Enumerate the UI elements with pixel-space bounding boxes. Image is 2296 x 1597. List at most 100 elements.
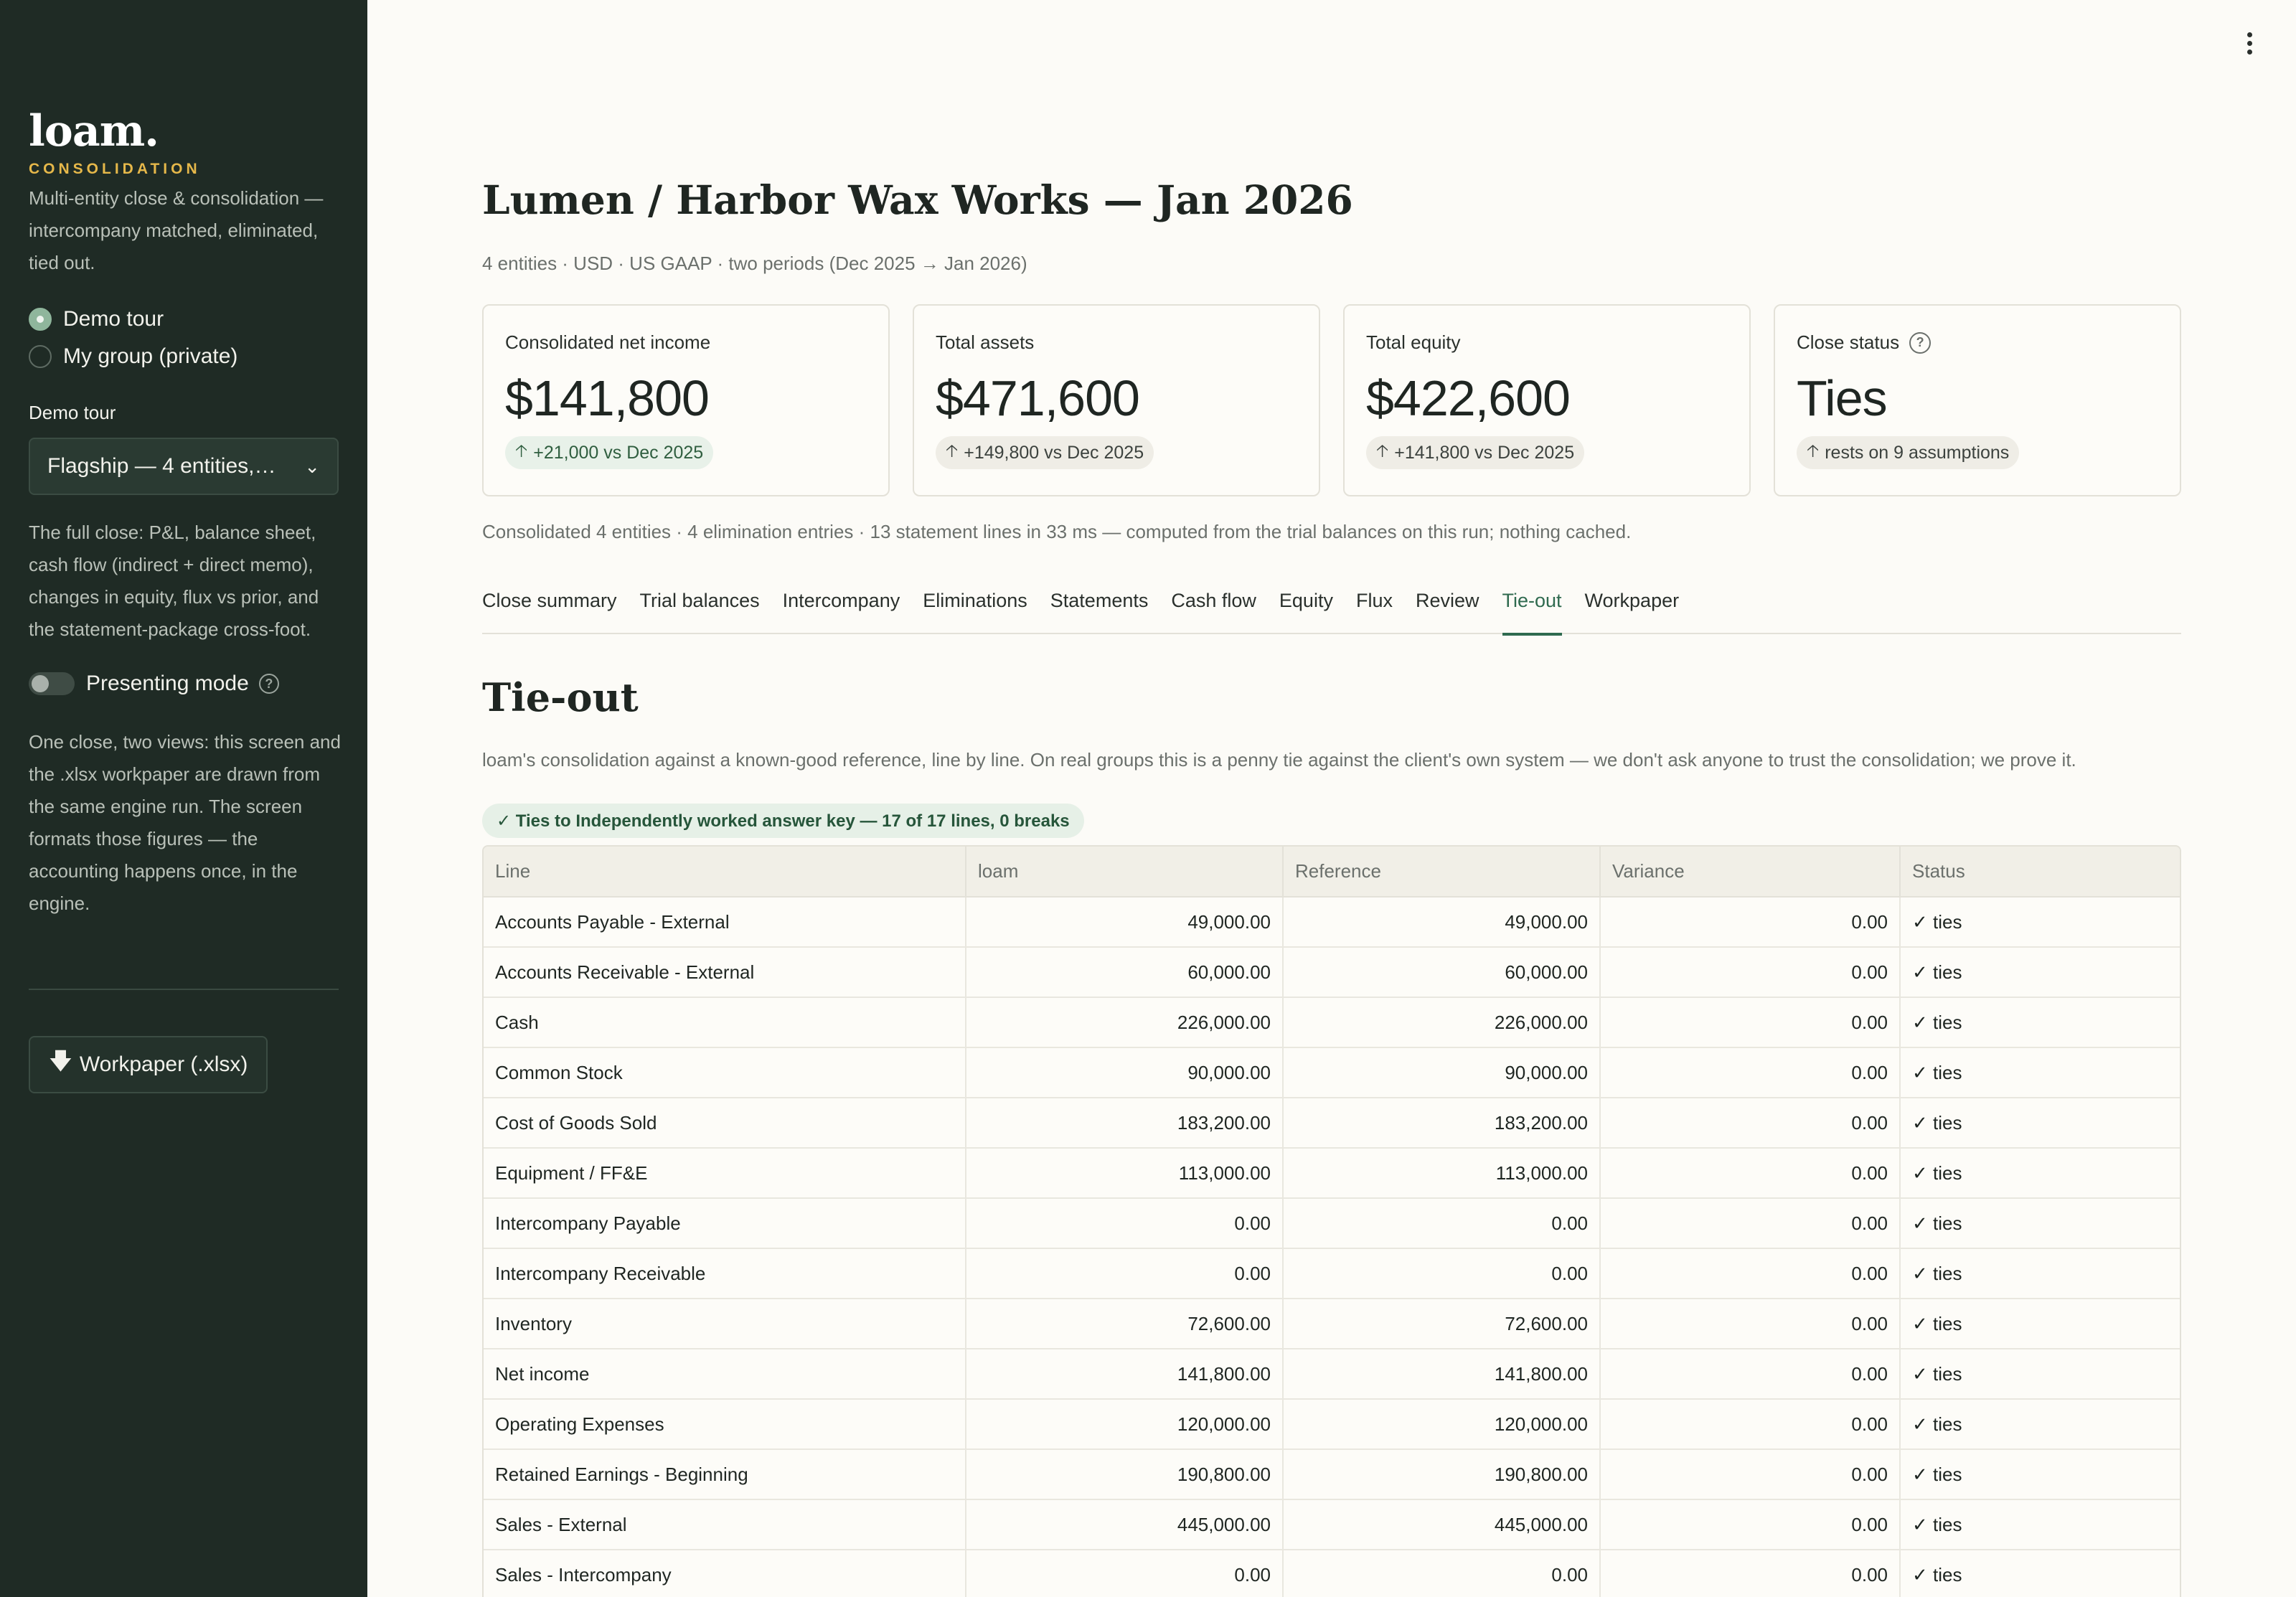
table-row: Net income 141,800.00 141,800.00 0.00 ✓ ties: [484, 1349, 2180, 1400]
tab-statements[interactable]: Statements: [1050, 588, 1149, 634]
tab-equity[interactable]: Equity: [1279, 588, 1333, 634]
cell-status: ✓ ties: [1900, 1047, 2180, 1098]
cell-line: Sales - External: [484, 1499, 966, 1550]
cell-reference: 49,000.00: [1283, 897, 1601, 948]
table-row: Cost of Goods Sold 183,200.00 183,200.00 0.…: [484, 1098, 2180, 1149]
card-value: $471,600: [936, 370, 1140, 426]
arrow-up-icon: 🡡: [515, 441, 528, 461]
cell-variance: 0.00: [1600, 1499, 1901, 1550]
column-header-status[interactable]: Status: [1900, 847, 2180, 898]
tab-review[interactable]: Review: [1416, 588, 1479, 634]
cell-variance: 0.00: [1600, 1349, 1901, 1400]
cell-status: ✓ ties: [1900, 997, 2180, 1048]
table-row: Equipment / FF&E 113,000.00 113,000.00 0.00…: [484, 1148, 2180, 1199]
cell-reference: 0.00: [1283, 1198, 1601, 1249]
cell-reference: 0.00: [1283, 1550, 1601, 1597]
cell-variance: 0.00: [1600, 1299, 1901, 1349]
brand-subtitle: CONSOLIDATION: [29, 161, 201, 177]
radio-demo-tour[interactable]: Demo tour: [29, 307, 164, 331]
cell-loam: 190,800.00: [966, 1449, 1284, 1500]
table-header-row: Line loam Reference Variance Status: [484, 847, 2180, 898]
question-circle-icon[interactable]: ?: [1909, 331, 1932, 354]
download-workpaper-button[interactable]: 🡇 Workpaper (.xlsx): [29, 1036, 268, 1093]
cell-variance: 0.00: [1600, 1248, 1901, 1299]
cell-loam: 113,000.00: [966, 1148, 1284, 1199]
tab-cash-flow[interactable]: Cash flow: [1171, 588, 1256, 634]
demo-tour-select[interactable]: Flagship — 4 entities,… ⌄: [29, 438, 339, 495]
cell-loam: 120,000.00: [966, 1399, 1284, 1450]
run-note: Consolidated 4 entities · 4 elimination …: [482, 521, 1632, 542]
cell-status: ✓ ties: [1900, 1449, 2180, 1500]
cell-status: ✓ ties: [1900, 947, 2180, 998]
cell-status: ✓ ties: [1900, 1148, 2180, 1199]
delta-text: +21,000 vs Dec 2025: [533, 442, 704, 463]
section-title: Tie-out: [482, 674, 639, 720]
cell-reference: 72,600.00: [1283, 1299, 1601, 1349]
cell-loam: 183,200.00: [966, 1098, 1284, 1149]
download-label: Workpaper (.xlsx): [79, 1052, 248, 1076]
cell-reference: 60,000.00: [1283, 947, 1601, 998]
table-row: Sales - External 445,000.00 445,000.00 0.00…: [484, 1499, 2180, 1550]
table-row: Sales - Intercompany 0.00 0.00 0.00 ✓ ties: [484, 1550, 2180, 1597]
cell-loam: 0.00: [966, 1198, 1284, 1249]
table-row: Retained Earnings - Beginning 190,800.00 1…: [484, 1449, 2180, 1500]
radio-my-group[interactable]: My group (private): [29, 344, 237, 369]
cell-reference: 120,000.00: [1283, 1399, 1601, 1450]
arrow-up-icon: 🡡: [946, 441, 959, 461]
cell-loam: 445,000.00: [966, 1499, 1284, 1550]
cell-variance: 0.00: [1600, 1198, 1901, 1249]
cell-line: Intercompany Receivable: [484, 1248, 966, 1299]
card-label: Total equity: [1366, 331, 1461, 353]
page-title: Lumen / Harbor Wax Works — Jan 2026: [482, 176, 1353, 223]
cell-status: ✓ ties: [1900, 1349, 2180, 1400]
cell-reference: 190,800.00: [1283, 1449, 1601, 1500]
tab-bar: Close summary Trial balances Intercompan…: [482, 588, 2181, 636]
cell-loam: 0.00: [966, 1248, 1284, 1299]
cell-status: ✓ ties: [1900, 1198, 2180, 1249]
views-description: One close, two views: this screen and th…: [29, 731, 341, 914]
column-header-reference[interactable]: Reference: [1283, 847, 1601, 898]
column-header-loam[interactable]: loam: [966, 847, 1284, 898]
tab-flux[interactable]: Flux: [1356, 588, 1393, 634]
tab-workpaper[interactable]: Workpaper: [1585, 588, 1680, 634]
cell-variance: 0.00: [1600, 1098, 1901, 1149]
cell-status: ✓ ties: [1900, 1499, 2180, 1550]
card-label: Total assets: [936, 331, 1035, 353]
table-row: Intercompany Payable 0.00 0.00 0.00 ✓ ties: [484, 1198, 2180, 1249]
table-row: Common Stock 90,000.00 90,000.00 0.00 ✓ ties: [484, 1047, 2180, 1098]
delta-text: +149,800 vs Dec 2025: [964, 442, 1144, 463]
cell-line: Retained Earnings - Beginning: [484, 1449, 966, 1500]
tab-tie-out[interactable]: Tie-out: [1502, 588, 1562, 636]
cell-line: Inventory: [484, 1299, 966, 1349]
cell-variance: 0.00: [1600, 947, 1901, 998]
cell-variance: 0.00: [1600, 1449, 1901, 1500]
radio-unselected-icon: [29, 345, 52, 368]
presenting-mode-toggle[interactable]: [29, 672, 75, 695]
cell-line: Accounts Receivable - External: [484, 947, 966, 998]
tab-eliminations[interactable]: Eliminations: [923, 588, 1027, 634]
cell-variance: 0.00: [1600, 1148, 1901, 1199]
cell-status: ✓ ties: [1900, 1098, 2180, 1149]
cell-line: Intercompany Payable: [484, 1198, 966, 1249]
column-header-line[interactable]: Line: [484, 847, 966, 898]
table-row: Accounts Payable - External 49,000.00 49,0…: [484, 897, 2180, 948]
cell-status: ✓ ties: [1900, 1550, 2180, 1597]
column-header-variance[interactable]: Variance: [1600, 847, 1901, 898]
tab-close-summary[interactable]: Close summary: [482, 588, 617, 634]
card-value: $422,600: [1366, 370, 1571, 426]
cell-variance: 0.00: [1600, 1550, 1901, 1597]
kebab-menu-icon[interactable]: [2239, 29, 2260, 57]
kpi-card-total-equity: Total equity $422,600 🡡 +141,800 vs Dec …: [1343, 304, 1751, 496]
cell-loam: 49,000.00: [966, 897, 1284, 948]
delta-text: rests on 9 assumptions: [1825, 442, 2010, 463]
demo-description: The full close: P&L, balance sheet, cash…: [29, 522, 319, 640]
question-circle-icon[interactable]: ?: [258, 674, 279, 694]
tab-trial-balances[interactable]: Trial balances: [640, 588, 760, 634]
delta-badge: 🡡 +149,800 vs Dec 2025: [936, 436, 1154, 469]
cell-line: Sales - Intercompany: [484, 1550, 966, 1597]
radio-label: Demo tour: [63, 307, 164, 331]
brand-logo: loam.: [29, 106, 159, 156]
cell-reference: 113,000.00: [1283, 1148, 1601, 1199]
tab-intercompany[interactable]: Intercompany: [783, 588, 900, 634]
cell-loam: 60,000.00: [966, 947, 1284, 998]
